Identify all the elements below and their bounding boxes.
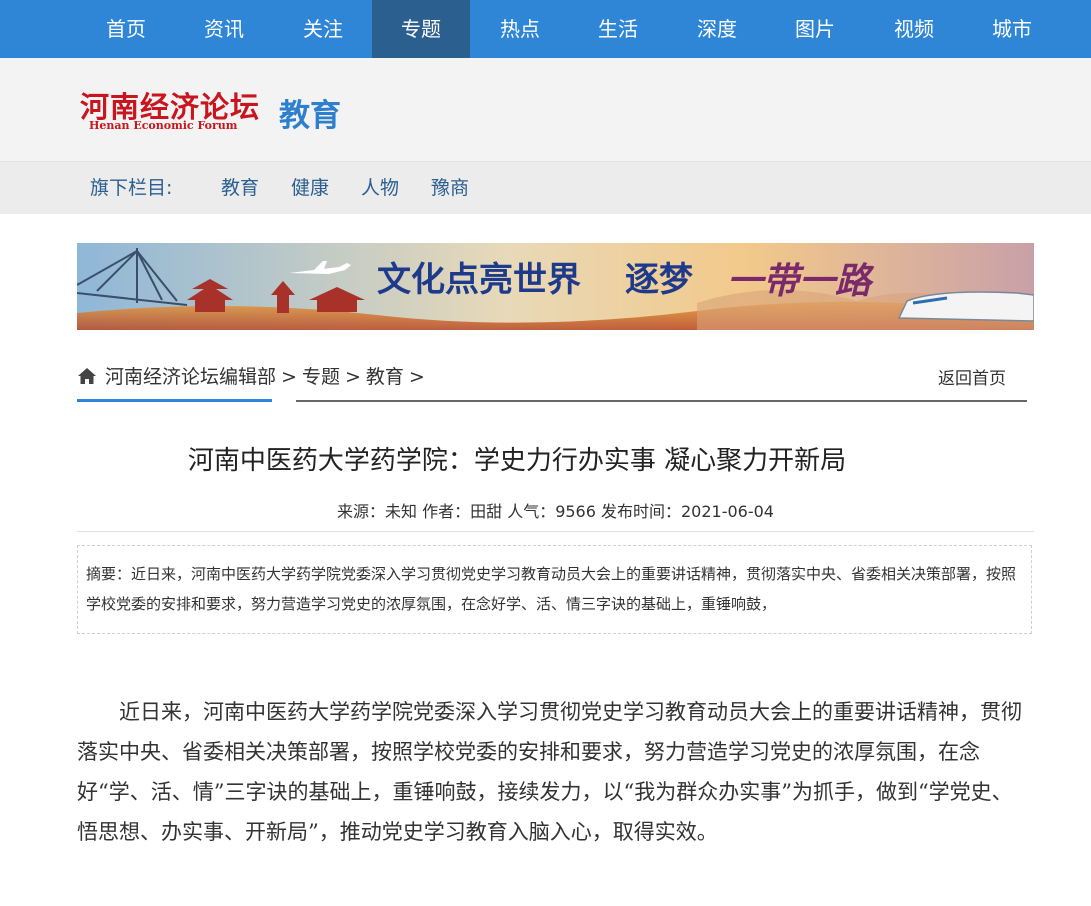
meta-divider	[77, 531, 1034, 532]
nav-item-life[interactable]: 生活	[569, 0, 667, 58]
breadcrumb-separator: >	[344, 366, 361, 388]
site-logo[interactable]: 河南经济论坛 Henan Economic Forum	[80, 84, 264, 138]
nav-item-focus[interactable]: 关注	[274, 0, 372, 58]
article-summary-text: 摘要：近日来，河南中医药大学药学院党委深入学习贯彻党史学习教育动员大会上的重要讲…	[86, 565, 1017, 613]
breadcrumb-separator: >	[408, 366, 425, 388]
breadcrumb-link-editorial[interactable]: 河南经济论坛编辑部	[105, 366, 276, 388]
nav-item-video[interactable]: 视频	[865, 0, 963, 58]
sub-nav-item-people[interactable]: 人物	[361, 162, 399, 214]
back-home-link[interactable]: 返回首页	[938, 364, 1006, 389]
section-title: 教育	[279, 98, 341, 134]
article-meta: 来源：未知 作者：田甜 人气：9566 发布时间：2021-06-04	[77, 498, 1034, 532]
nav-item-home[interactable]: 首页	[77, 0, 175, 58]
nav-item-hot[interactable]: 热点	[471, 0, 569, 58]
nav-item-depth[interactable]: 深度	[668, 0, 766, 58]
sub-nav-label: 旗下栏目:	[90, 177, 173, 199]
top-nav: 首页 资讯 关注 专题 热点 生活 深度 图片 视频 城市	[0, 0, 1091, 58]
logo-english-text: Henan Economic Forum	[89, 119, 238, 132]
article-title: 河南中医药大学药学院：学史力行办实事 凝心聚力开新局	[187, 446, 847, 476]
breadcrumb-divider	[296, 400, 1027, 402]
sub-nav-item-education[interactable]: 教育	[221, 162, 259, 214]
breadcrumb: 河南经济论坛编辑部 > 专题 > 教育 > 返回首页	[77, 356, 1027, 404]
sub-nav-item-health[interactable]: 健康	[291, 162, 329, 214]
article-meta-text: 来源：未知 作者：田甜 人气：9566 发布时间：2021-06-04	[337, 502, 774, 521]
banner-graphic: 文化点亮世界 逐梦 一带一路	[77, 243, 1034, 330]
nav-item-news[interactable]: 资讯	[175, 0, 273, 58]
sub-nav-item-merchants[interactable]: 豫商	[431, 162, 469, 214]
nav-item-pictures[interactable]: 图片	[766, 0, 864, 58]
sub-nav: 旗下栏目: 教育 健康 人物 豫商	[0, 162, 1091, 214]
promo-banner[interactable]: 文化点亮世界 逐梦 一带一路	[77, 243, 1034, 330]
banner-calligraphy: 一带一路	[727, 260, 875, 302]
nav-item-city[interactable]: 城市	[963, 0, 1061, 58]
article-summary: 摘要：近日来，河南中医药大学药学院党委深入学习贯彻党史学习教育动员大会上的重要讲…	[77, 545, 1032, 634]
article-body-paragraph: 近日来，河南中医药大学药学院党委深入学习贯彻党史学习教育动员大会上的重要讲话精神…	[77, 700, 1022, 844]
nav-item-topics[interactable]: 专题	[372, 0, 470, 58]
breadcrumb-accent-line	[77, 399, 272, 402]
home-icon[interactable]	[77, 367, 97, 385]
breadcrumb-link-topics[interactable]: 专题	[302, 366, 340, 388]
breadcrumb-link-education[interactable]: 教育	[366, 366, 404, 388]
breadcrumb-separator: >	[281, 366, 297, 388]
banner-headline: 文化点亮世界	[377, 260, 581, 300]
banner-headline-secondary: 逐梦	[625, 260, 693, 300]
